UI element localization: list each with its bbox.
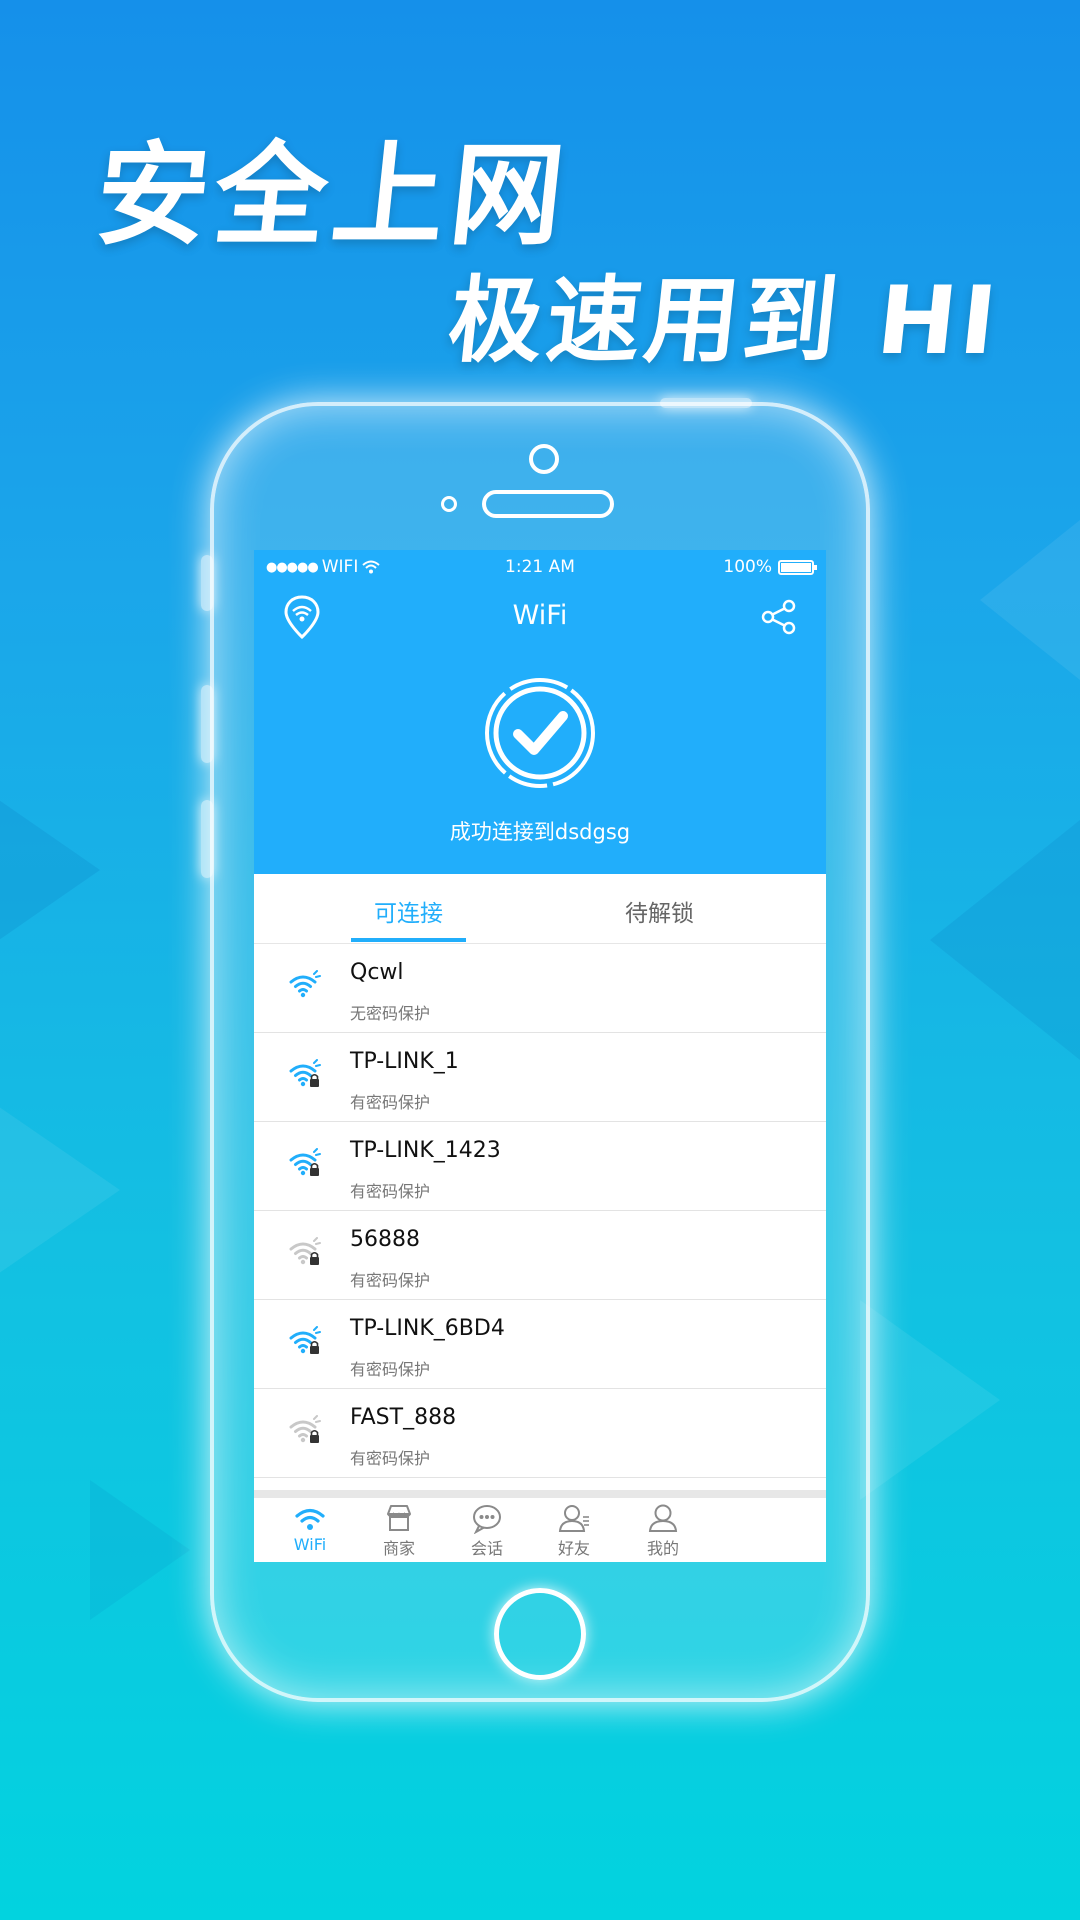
network-row[interactable]: TP-LINK_6BD4 有密码保护: [254, 1300, 826, 1389]
network-ssid: TP-LINK_6BD4: [350, 1316, 505, 1341]
tab-label: 好友: [557, 1539, 590, 1558]
promo-subheadline: 极速用到 HI: [443, 267, 1006, 376]
nav-bar: WiFi: [254, 584, 826, 650]
network-row[interactable]: TP-LINK_1423 有密码保护: [254, 1122, 826, 1211]
shop-icon: [387, 1505, 411, 1531]
network-ssid: FAST_888: [350, 1405, 457, 1430]
tab-label: 会话: [470, 1539, 503, 1558]
status-bar: ●●●●● WIFI 1:21 AM 100%: [254, 550, 826, 584]
battery-icon: [778, 559, 817, 575]
tab-locked[interactable]: 待解锁: [625, 894, 694, 928]
network-row[interactable]: Qcwl 无密码保护: [254, 944, 826, 1033]
wifi-signal-icon: [289, 1148, 321, 1176]
connected-check-icon: [485, 678, 595, 788]
nav-title: WiFi: [512, 600, 568, 631]
network-security: 有密码保护: [350, 1271, 431, 1290]
front-camera: [529, 444, 559, 474]
battery-percent: 100%: [723, 557, 772, 577]
network-security: 有密码保护: [350, 1093, 431, 1112]
wifi-signal-icon: [289, 1237, 321, 1265]
background-shape: [0, 780, 100, 960]
home-button[interactable]: [494, 1588, 586, 1680]
app-screen: ●●●●● WIFI 1:21 AM 100% WiFi 成功连接到dsdgsg…: [254, 550, 826, 1562]
network-security: 有密码保护: [350, 1360, 431, 1379]
tab-wifi[interactable]: WiFi: [260, 1502, 360, 1554]
earpiece-speaker: [482, 490, 614, 518]
network-ssid: Qcwl: [350, 960, 404, 985]
wifi-icon: [295, 1508, 325, 1530]
network-security: 有密码保护: [350, 1449, 431, 1468]
network-security: 无密码保护: [350, 1004, 431, 1023]
power-button: [660, 398, 752, 408]
network-ssid: 56888: [350, 1227, 420, 1252]
network-ssid: TP-LINK_1423: [350, 1138, 501, 1163]
tab-profile[interactable]: 我的: [613, 1502, 713, 1559]
chat-icon: [473, 1505, 501, 1534]
proximity-sensor: [441, 496, 457, 512]
tab-label: 我的: [646, 1539, 679, 1558]
wifi-signal-icon: [289, 1415, 321, 1443]
volume-down-button: [201, 800, 213, 878]
connection-status-text: 成功连接到dsdgsg: [449, 820, 631, 844]
network-row[interactable]: 56888 有密码保护: [254, 1211, 826, 1300]
network-tabs: 可连接 待解锁: [254, 874, 826, 944]
background-shape: [980, 520, 1080, 680]
background-shape: [930, 820, 1080, 1060]
wifi-signal-icon: [289, 970, 321, 998]
background-shape: [90, 1480, 190, 1620]
network-row[interactable]: TP-LINK_1 有密码保护: [254, 1033, 826, 1122]
mute-switch: [201, 555, 213, 611]
promo-headline: 安全上网: [90, 131, 576, 261]
wifi-signal-icon: [289, 1326, 321, 1354]
friends-icon: [558, 1505, 589, 1532]
tab-chat[interactable]: 会话: [437, 1502, 537, 1559]
network-list: Qcwl 无密码保护 TP-LINK_1 有密码保护 TP-LINK_1423 有密码保护…: [254, 944, 826, 1478]
tab-label: WiFi: [293, 1535, 327, 1554]
volume-up-button: [201, 685, 213, 763]
network-ssid: TP-LINK_1: [350, 1049, 459, 1074]
profile-icon: [648, 1504, 678, 1532]
background-shape: [0, 1080, 120, 1300]
share-icon[interactable]: [760, 598, 798, 636]
background-shape: [860, 1300, 1000, 1500]
bottom-tab-bar: WiFi 商家 会话 好友 我的: [254, 1490, 826, 1562]
network-row[interactable]: FAST_888 有密码保护: [254, 1389, 826, 1478]
active-tab-indicator: [351, 938, 466, 942]
network-security: 有密码保护: [350, 1182, 431, 1201]
tab-available[interactable]: 可连接: [374, 894, 443, 928]
tab-friends[interactable]: 好友: [524, 1502, 624, 1559]
tab-label: 商家: [382, 1539, 415, 1558]
tab-shop[interactable]: 商家: [349, 1502, 449, 1559]
wifi-signal-icon: [289, 1059, 321, 1087]
